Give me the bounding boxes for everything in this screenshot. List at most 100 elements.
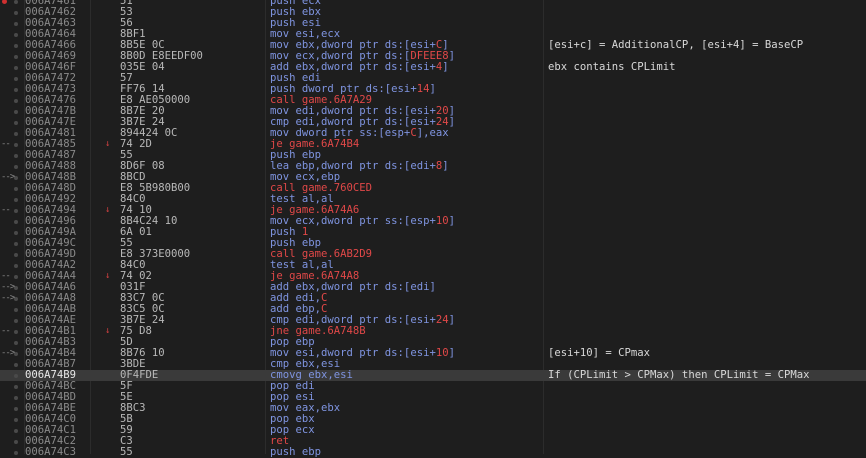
dot-icon [14, 242, 18, 246]
gutter[interactable] [0, 128, 24, 139]
dot-icon [14, 154, 18, 158]
dot-icon [14, 198, 18, 202]
dot-icon [14, 396, 18, 400]
gutter[interactable] [0, 161, 24, 172]
jump-arrow-icon: -- [1, 205, 11, 215]
instruction-text: ] [448, 347, 455, 359]
dot-icon [14, 77, 18, 81]
dot-icon [14, 11, 18, 15]
dot-icon [14, 429, 18, 433]
dot-icon [14, 209, 18, 213]
gutter[interactable] [0, 425, 24, 436]
gutter[interactable] [0, 95, 24, 106]
gutter[interactable] [0, 106, 24, 117]
gutter[interactable]: --> [0, 282, 24, 293]
dot-icon [14, 407, 18, 411]
gutter[interactable] [0, 40, 24, 51]
instruction-immediate: 24 [435, 314, 449, 326]
dot-icon [14, 66, 18, 70]
dot-icon [14, 110, 18, 114]
gutter[interactable] [0, 447, 24, 458]
dot-icon [14, 418, 18, 422]
disasm-row[interactable]: 006A74C3 55 push ebp [0, 447, 866, 458]
gutter[interactable] [0, 73, 24, 84]
jump-arrow-icon: --> [1, 282, 15, 292]
jump-arrow-icon: -- [1, 271, 11, 281]
gutter[interactable] [0, 359, 24, 370]
instruction-immediate: 10 [435, 347, 449, 359]
instruction-immediate: 14 [416, 83, 430, 95]
gutter[interactable] [0, 7, 24, 18]
breakpoint-icon[interactable] [2, 0, 7, 4]
gutter[interactable] [0, 216, 24, 227]
dot-icon [14, 187, 18, 191]
dot-icon [14, 264, 18, 268]
jump-marker-icon: ↓ [105, 205, 111, 215]
comment: ebx contains CPLimit [548, 61, 676, 73]
gutter[interactable] [0, 436, 24, 447]
dot-icon [14, 385, 18, 389]
gutter[interactable] [0, 51, 24, 62]
gutter[interactable] [0, 227, 24, 238]
instruction-text: ] [448, 314, 455, 326]
dot-icon [14, 253, 18, 257]
gutter[interactable]: --> [0, 172, 24, 183]
gutter[interactable] [0, 62, 24, 73]
gutter[interactable] [0, 29, 24, 40]
dot-icon [14, 132, 18, 136]
jump-marker-icon: ↓ [105, 139, 111, 149]
gutter[interactable] [0, 414, 24, 425]
gutter[interactable]: -- [0, 271, 24, 282]
instruction-text: ] [442, 61, 449, 73]
gutter[interactable] [0, 0, 24, 7]
gutter[interactable]: -- [0, 139, 24, 150]
jump-marker-icon: ↓ [105, 271, 111, 281]
gutter[interactable]: -- [0, 205, 24, 216]
dot-icon [14, 440, 18, 444]
dot-icon [14, 374, 18, 378]
instruction: push ebp [270, 447, 321, 458]
dot-icon [14, 0, 18, 4]
gutter[interactable] [0, 150, 24, 161]
gutter[interactable]: -- [0, 326, 24, 337]
disassembly-view[interactable]: 006A7461 51 push ecx 006A7462 53 push ebx 006A… [0, 0, 866, 458]
gutter[interactable]: --> [0, 348, 24, 359]
dot-icon [14, 363, 18, 367]
dot-icon [14, 33, 18, 37]
dot-icon [14, 121, 18, 125]
gutter[interactable] [0, 84, 24, 95]
dot-icon [14, 286, 18, 290]
gutter[interactable] [0, 403, 24, 414]
gutter[interactable]: --> [0, 293, 24, 304]
dot-icon [14, 231, 18, 235]
dot-icon [14, 330, 18, 334]
jump-arrow-icon: --> [1, 293, 15, 303]
gutter[interactable] [0, 183, 24, 194]
dot-icon [14, 297, 18, 301]
gutter[interactable] [0, 381, 24, 392]
gutter[interactable] [0, 315, 24, 326]
gutter[interactable] [0, 249, 24, 260]
dot-icon [14, 55, 18, 59]
gutter[interactable] [0, 304, 24, 315]
dot-icon [14, 275, 18, 279]
dot-icon [14, 352, 18, 356]
instruction-text: ] [448, 50, 455, 62]
gutter[interactable] [0, 392, 24, 403]
dot-icon [14, 451, 18, 455]
instruction-text: ] [442, 160, 449, 172]
gutter[interactable] [0, 194, 24, 205]
dot-icon [14, 22, 18, 26]
gutter[interactable] [0, 117, 24, 128]
jump-arrow-icon: --> [1, 172, 15, 182]
comment: [esi+10] = CPmax [548, 347, 651, 359]
gutter[interactable] [0, 18, 24, 29]
gutter[interactable] [0, 337, 24, 348]
dot-icon [14, 220, 18, 224]
gutter[interactable] [0, 370, 24, 381]
comment: If (CPLimit > CPMax) then CPLimit = CPMa… [548, 369, 810, 381]
jump-arrow-icon: -- [1, 139, 11, 149]
gutter[interactable] [0, 260, 24, 271]
gutter[interactable] [0, 238, 24, 249]
dot-icon [14, 308, 18, 312]
